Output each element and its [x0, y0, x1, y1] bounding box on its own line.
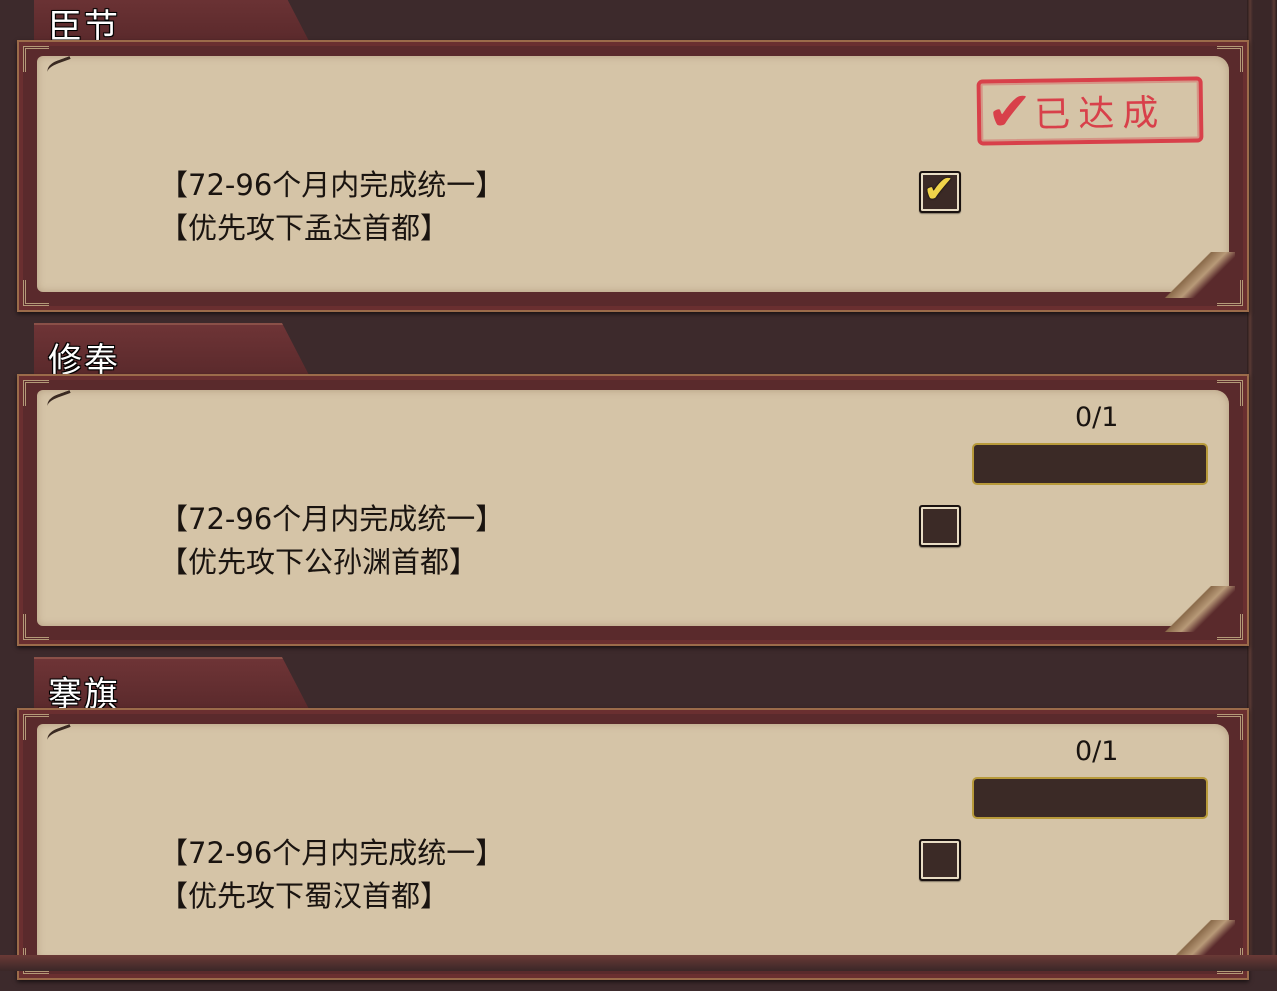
objective-line-2: 【优先攻下孟达首都】 [159, 211, 450, 245]
section-tab: 修奉 [34, 323, 310, 377]
objective-line-2: 【优先攻下蜀汉首都】 [159, 879, 450, 913]
progress-text: 0/1 [1075, 736, 1119, 767]
page-curl-icon [1145, 252, 1235, 298]
section-tab: 搴旗 [34, 657, 310, 711]
objective-panel: 0/1 【72-96个月内完成统一】 【优先攻下蜀汉首都】 [17, 708, 1249, 980]
objective-checkbox[interactable] [919, 505, 961, 547]
progress-bar [972, 443, 1208, 485]
parchment-card: ✔ 已达成 【72-96个月内完成统一】 【优先攻下孟达首都】 ✔ [37, 56, 1235, 298]
paper-fold-icon [45, 390, 75, 413]
paper-fold-icon [45, 724, 75, 747]
objective-section-1: 臣节 ✔ 已达成 【72-96个月内完成统一】 【优先攻下孟达首都】 ✔ [0, 0, 1249, 323]
objective-panel: ✔ 已达成 【72-96个月内完成统一】 【优先攻下孟达首都】 ✔ [17, 40, 1249, 312]
page-curl-icon [1145, 586, 1235, 632]
objective-section-2: 修奉 0/1 【72-96个月内完成统一】 【优先攻下公孙渊首都】 [0, 323, 1249, 657]
checkmark-icon: ✔ [923, 167, 955, 211]
scrollbar[interactable] [1247, 0, 1277, 971]
objective-section-3: 搴旗 0/1 【72-96个月内完成统一】 【优先攻下蜀汉首都】 [0, 657, 1249, 991]
objective-line-2: 【优先攻下公孙渊首都】 [159, 545, 479, 579]
objective-description: 【72-96个月内完成统一】 【优先攻下孟达首都】 [159, 164, 504, 250]
section-tab: 臣节 [34, 0, 310, 43]
progress-text: 0/1 [1075, 402, 1119, 433]
objective-line-1: 【72-96个月内完成统一】 [159, 836, 505, 870]
objective-line-1: 【72-96个月内完成统一】 [159, 502, 505, 536]
frame-bottom-edge [0, 955, 1277, 971]
stamp-text: 已达成 [1034, 92, 1167, 136]
progress-bar [972, 777, 1208, 819]
parchment-card: 0/1 【72-96个月内完成统一】 【优先攻下蜀汉首都】 [37, 724, 1235, 966]
objective-panel: 0/1 【72-96个月内完成统一】 【优先攻下公孙渊首都】 [17, 374, 1249, 646]
objective-checkbox[interactable] [919, 839, 961, 881]
objective-description: 【72-96个月内完成统一】 【优先攻下蜀汉首都】 [159, 832, 504, 918]
stamp-check-icon: ✔ [986, 79, 1033, 144]
paper-fold-icon [45, 56, 75, 79]
objective-checkbox[interactable]: ✔ [919, 167, 961, 213]
parchment-card: 0/1 【72-96个月内完成统一】 【优先攻下公孙渊首都】 [37, 390, 1235, 632]
objective-description: 【72-96个月内完成统一】 【优先攻下公孙渊首都】 [159, 498, 504, 584]
objective-line-1: 【72-96个月内完成统一】 [159, 168, 505, 202]
completed-stamp: ✔ 已达成 [976, 76, 1204, 146]
